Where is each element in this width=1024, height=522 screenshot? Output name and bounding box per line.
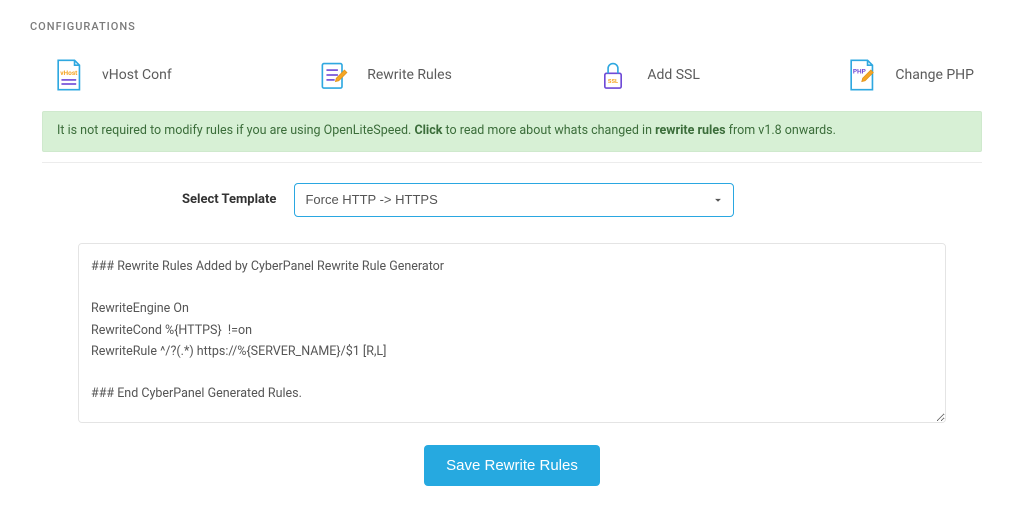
tab-change-php[interactable]: PHP Change PHP [843,57,974,93]
alert-text: from v1.8 onwards. [726,123,836,138]
add-ssl-icon: SSL [595,57,631,93]
save-rewrite-rules-button[interactable]: Save Rewrite Rules [424,445,600,486]
tab-add-ssl[interactable]: SSL Add SSL [595,57,700,93]
change-php-icon: PHP [843,57,879,93]
info-alert[interactable]: It is not required to modify rules if yo… [42,111,982,152]
alert-bold: rewrite rules [655,123,725,138]
select-template-label: Select Template [182,192,276,207]
select-template[interactable]: Force HTTP -> HTTPS [294,183,734,217]
rewrite-rules-icon [315,57,351,93]
vhost-conf-icon: vHost [50,57,86,93]
tab-label: Change PHP [895,67,974,83]
alert-click: Click [414,123,442,138]
svg-text:vHost: vHost [60,69,78,77]
alert-text: It is not required to modify rules if yo… [57,123,414,138]
svg-text:SSL: SSL [608,79,618,85]
page-title: CONFIGURATIONS [30,20,994,33]
config-tabs: vHost vHost Conf Rewrite Rules [30,57,994,111]
tab-label: vHost Conf [102,67,172,83]
tab-label: Add SSL [647,67,700,83]
tab-label: Rewrite Rules [367,67,452,83]
svg-text:PHP: PHP [853,67,866,75]
rewrite-rules-textarea[interactable] [78,243,946,423]
divider [42,162,982,163]
alert-text: to read more about whats changed in [442,123,655,138]
tab-rewrite-rules[interactable]: Rewrite Rules [315,57,452,93]
tab-vhost-conf[interactable]: vHost vHost Conf [50,57,172,93]
